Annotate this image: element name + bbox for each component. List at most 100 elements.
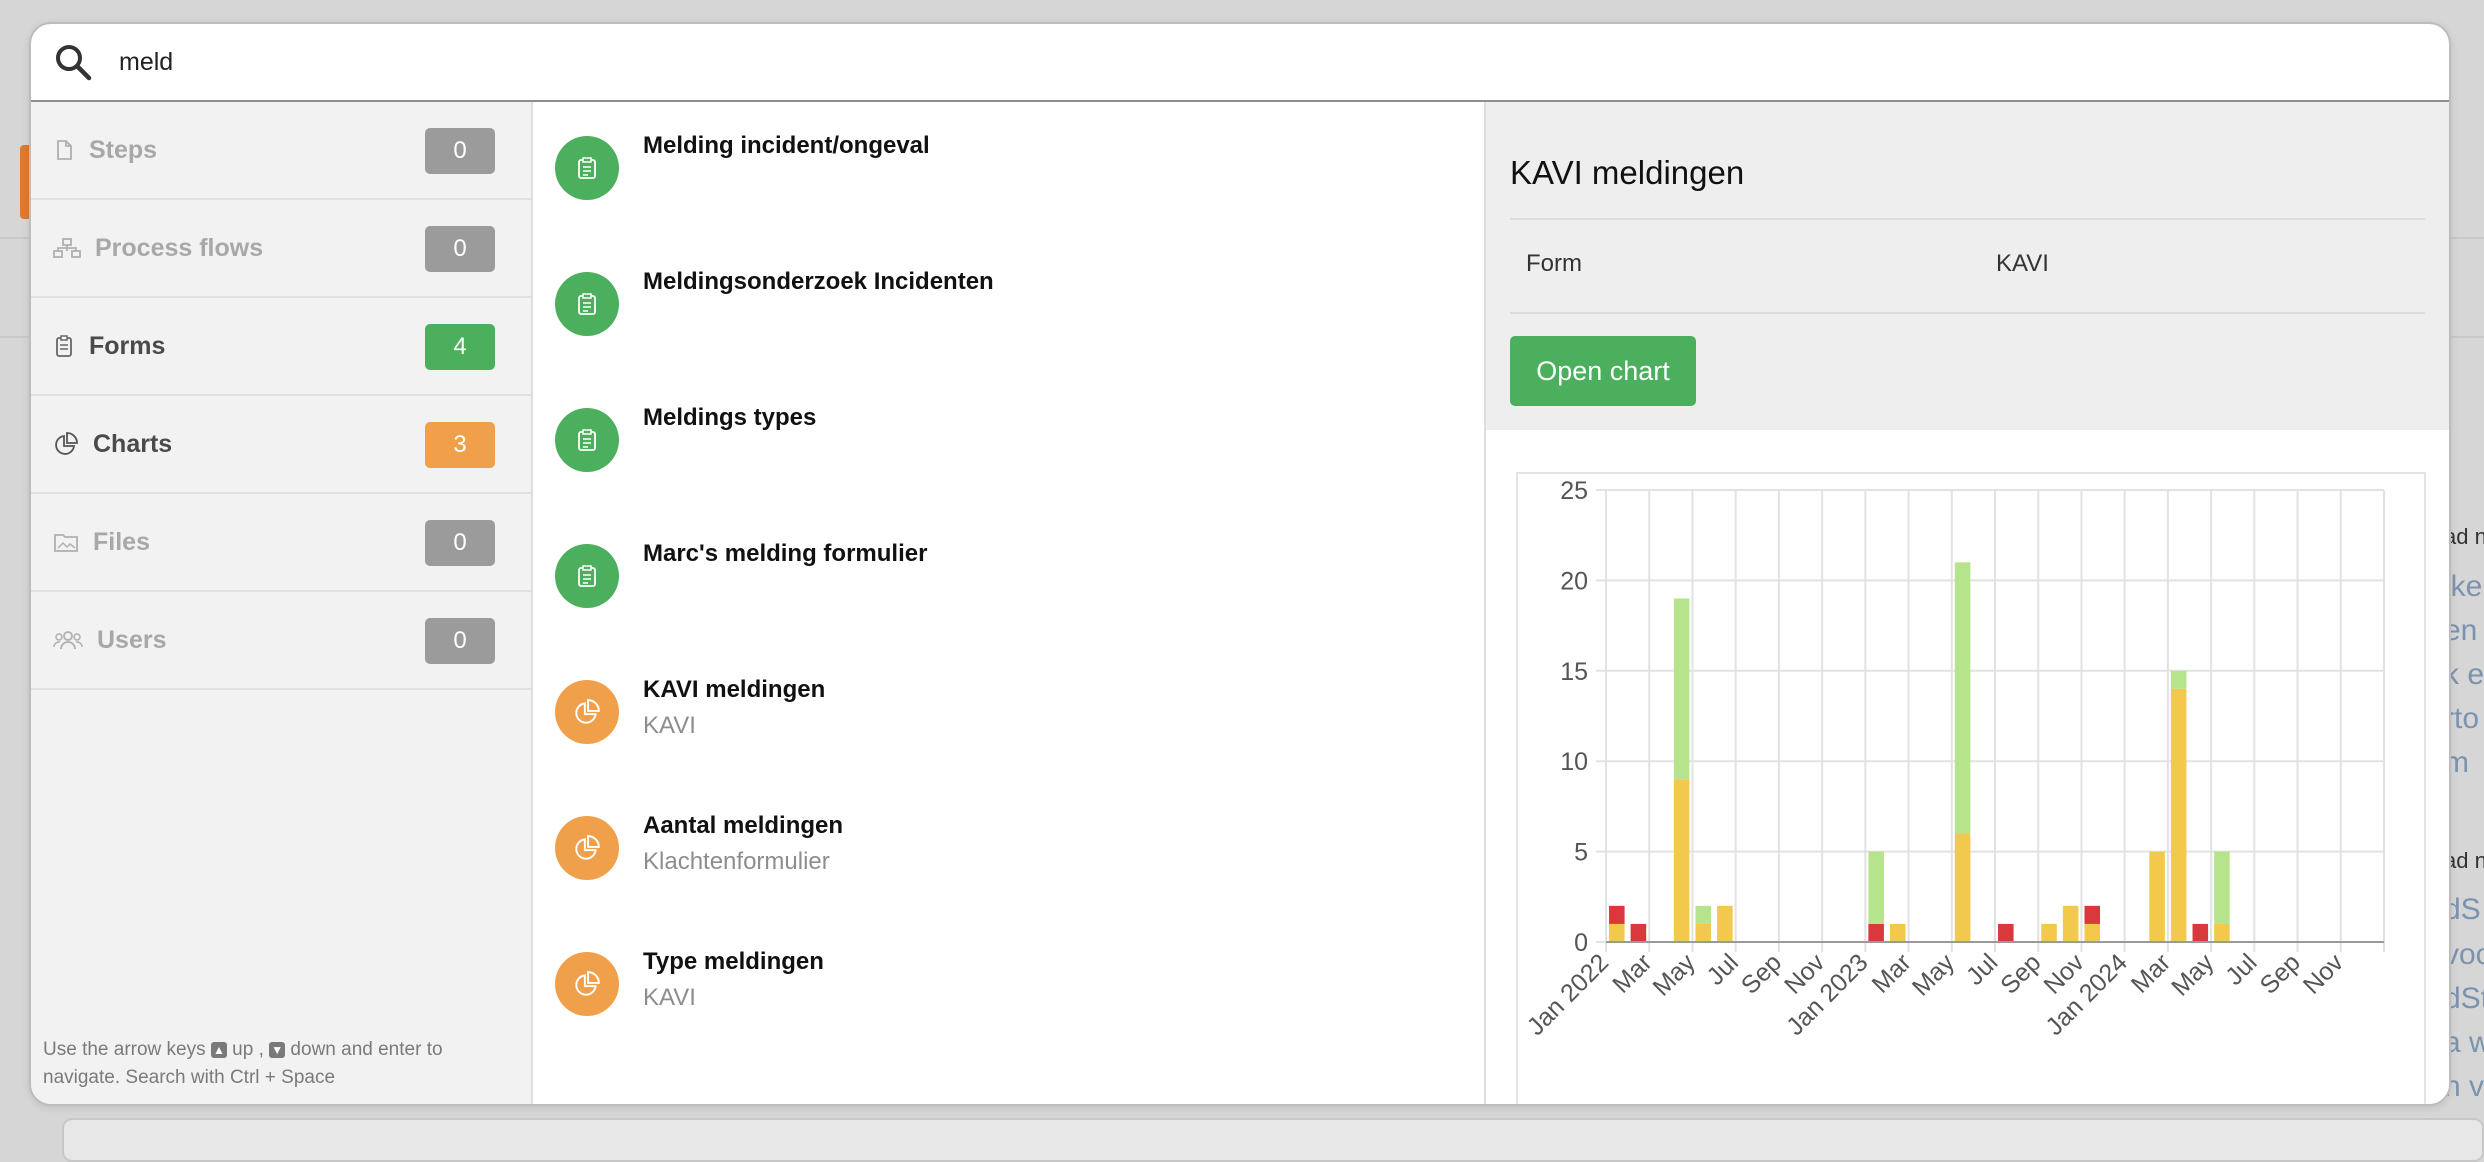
chart-bar (1717, 905, 1733, 942)
result-item[interactable]: Marc's melding formulier (533, 510, 1483, 646)
count-badge: 0 (425, 520, 495, 566)
chart-icon (555, 680, 619, 744)
keyboard-hint: Use the arrow keys ▲ up , ▼ down and ent… (43, 1036, 513, 1092)
result-title: Melding incident/ongeval (643, 132, 930, 159)
detail-title: KAVI meldingen (1510, 154, 1745, 191)
result-subtitle: Klachtenformulier (643, 848, 830, 875)
sidebar-item-forms[interactable]: Forms 4 (31, 298, 531, 396)
result-title: Marc's melding formulier (643, 540, 928, 567)
search-modal: Steps 0 Process flows 0 Forms 4 Charts 3… (29, 22, 2451, 1106)
chart-bar (2149, 851, 2165, 942)
users-icon (53, 631, 83, 650)
result-item[interactable]: KAVI meldingen KAVI (533, 646, 1483, 782)
chart-bar (2170, 688, 2187, 942)
result-title: Meldingsonderzoek Incidenten (643, 268, 994, 295)
chart-bar (1998, 923, 2014, 942)
result-item[interactable]: Aantal meldingen Klachtenformulier (533, 782, 1483, 918)
sidebar-item-label: Forms (89, 331, 166, 360)
result-title: KAVI meldingen (643, 676, 826, 703)
sidebar-item-label: Steps (89, 135, 158, 164)
bar-chart: 0510152025Jan 2022MarMay JulSepNovJan 202… (1522, 477, 2385, 1041)
chart-bar (1889, 923, 1906, 942)
chart-bar (2084, 905, 2101, 924)
detail-key: Form (1526, 250, 1582, 277)
sidebar-item-steps[interactable]: Steps 0 (31, 102, 531, 200)
chart-bar (2170, 670, 2187, 689)
count-badge: 0 (425, 128, 495, 174)
category-sidebar: Steps 0 Process flows 0 Forms 4 Charts 3… (31, 102, 533, 1104)
chart-icon (555, 816, 619, 880)
result-title: Type meldingen (643, 948, 824, 975)
hint-text: Use the arrow keys (43, 1039, 211, 1060)
x-tick-label: Sep (1736, 948, 1787, 999)
search-bar (31, 24, 2449, 102)
y-tick-label: 10 (1560, 748, 1588, 776)
open-chart-button[interactable]: Open chart (1510, 336, 1696, 406)
detail-value: KAVI (1996, 250, 2049, 277)
y-tick-label: 0 (1574, 929, 1588, 957)
sidebar-item-users[interactable]: Users 0 (31, 592, 531, 690)
search-input[interactable] (117, 46, 1321, 78)
x-tick-label: Sep (1995, 948, 2046, 999)
detail-header: KAVI meldingen Form KAVI Open chart (1486, 102, 2449, 430)
chart-icon (555, 952, 619, 1016)
chart-bar (2192, 923, 2209, 942)
y-tick-label: 25 (1560, 477, 1588, 505)
sidebar-item-files[interactable]: Files 0 (31, 494, 531, 592)
hint-text: up , (226, 1039, 270, 1060)
form-icon (555, 544, 619, 608)
count-badge: 3 (425, 422, 495, 468)
chart-preview: 0 5 10 15 20 25 Jan 2022 Mar May Jul Sep Nov Jan 202… (1516, 472, 2426, 1104)
result-subtitle: KAVI (643, 712, 696, 739)
chart-bar (1695, 905, 1712, 924)
result-item[interactable]: Type meldingen KAVI (533, 918, 1483, 1054)
x-tick-label: May (2166, 948, 2220, 1002)
result-item[interactable]: Meldings types (533, 374, 1483, 510)
form-icon (555, 408, 619, 472)
chart-bar (1954, 833, 1971, 942)
result-subtitle: KAVI (643, 984, 696, 1011)
form-icon (555, 272, 619, 336)
y-tick-label: 15 (1560, 658, 1588, 686)
result-item[interactable]: Melding incident/ongeval (533, 102, 1483, 238)
x-tick-label: Mar (1607, 948, 1657, 998)
sidebar-item-label: Files (93, 527, 150, 556)
x-tick-label: Mar (2126, 948, 2176, 998)
detail-panel: KAVI meldingen Form KAVI Open chart 0 5 10… (1484, 102, 2449, 1104)
sidebar-item-label: Process flows (95, 233, 264, 262)
y-tick-label: 5 (1574, 839, 1588, 867)
x-tick-label: Jan 2022 (1522, 948, 1615, 1041)
sidebar-item-label: Charts (93, 429, 173, 458)
result-title: Meldings types (643, 404, 817, 431)
chart-bar (1673, 598, 1690, 780)
chart-bar (1609, 905, 1625, 924)
chart-bar (2041, 923, 2057, 942)
search-icon (56, 45, 92, 81)
result-title: Aantal meldingen (643, 812, 844, 839)
x-tick-label: May (1907, 948, 1961, 1002)
x-tick-label: May (1647, 948, 1701, 1002)
chart-bar (2084, 923, 2101, 942)
x-tick-label: Jul (2220, 948, 2262, 990)
sidebar-item-process-flows[interactable]: Process flows 0 (31, 200, 531, 298)
count-badge: 0 (425, 226, 495, 272)
sidebar-item-label: Users (97, 625, 167, 654)
arrow-down-key-icon: ▼ (269, 1041, 286, 1058)
chart-bar (1609, 923, 1625, 942)
image-folder-icon (54, 534, 78, 552)
results-list: Melding incident/ongeval Meldingsonderzo… (533, 102, 1483, 1104)
chart-bar (1868, 851, 1884, 924)
sitemap-icon (53, 238, 81, 258)
chart-bar (1673, 779, 1690, 942)
x-tick-label: Mar (1867, 948, 1917, 998)
sidebar-item-charts[interactable]: Charts 3 (31, 396, 531, 494)
chart-bar (1868, 923, 1884, 942)
count-badge: 4 (425, 324, 495, 370)
detail-row: Form KAVI (1510, 218, 2425, 314)
y-tick-label: 20 (1560, 567, 1588, 595)
x-tick-label: Sep (2255, 948, 2306, 999)
x-tick-label: Nov (2298, 948, 2350, 1000)
chart-bar (2062, 905, 2079, 942)
background-panel (62, 1118, 2484, 1162)
result-item[interactable]: Meldingsonderzoek Incidenten (533, 238, 1483, 374)
